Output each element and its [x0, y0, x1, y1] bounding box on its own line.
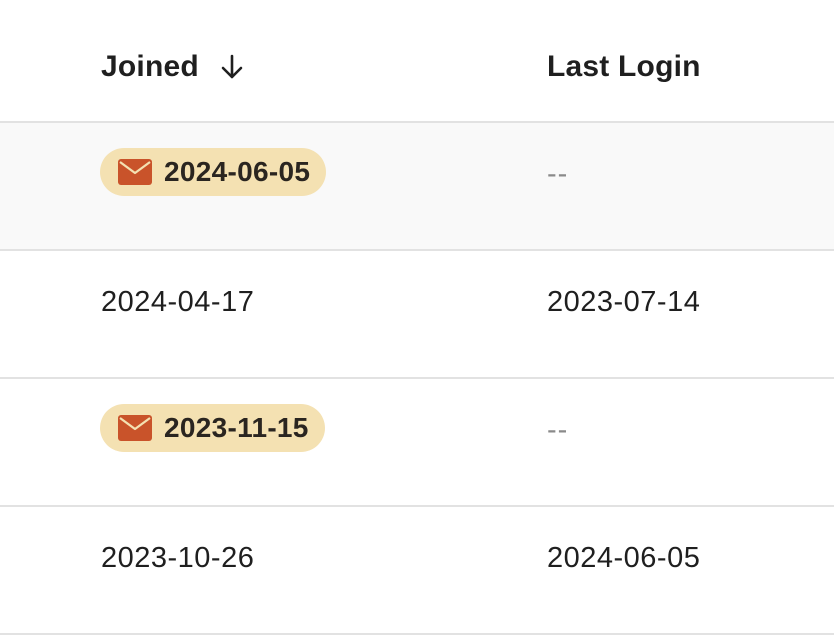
joined-date: 2024-04-17: [101, 286, 255, 318]
column-header-joined-label: Joined: [101, 50, 199, 83]
mail-icon: [118, 159, 152, 185]
table-row[interactable]: 2024-04-17 2023-07-14: [0, 251, 834, 379]
pending-invite-badge: 2023-11-15: [100, 404, 325, 452]
column-header-joined[interactable]: Joined: [101, 48, 247, 86]
table-row[interactable]: 2023-10-26 2024-06-05: [0, 507, 834, 635]
arrow-down-icon[interactable]: [217, 52, 247, 82]
last-login-date: --: [547, 414, 569, 446]
joined-date: 2024-06-05: [164, 156, 311, 187]
column-header-last-login[interactable]: Last Login: [547, 48, 701, 86]
joined-date: 2023-11-15: [164, 412, 309, 443]
users-table: Joined Last Login 2024-06-05 -- 2024-04-…: [0, 0, 834, 642]
joined-date: 2023-10-26: [101, 542, 255, 574]
table-row[interactable]: 2023-11-15 --: [0, 379, 834, 507]
table-row[interactable]: 2024-06-05 --: [0, 123, 834, 251]
mail-icon: [118, 415, 152, 441]
pending-invite-badge: 2024-06-05: [100, 148, 327, 196]
last-login-date: 2024-06-05: [547, 542, 701, 574]
table-header: Joined Last Login: [0, 0, 834, 123]
last-login-date: --: [547, 158, 569, 190]
column-header-last-login-label: Last Login: [547, 50, 701, 83]
last-login-date: 2023-07-14: [547, 286, 701, 318]
